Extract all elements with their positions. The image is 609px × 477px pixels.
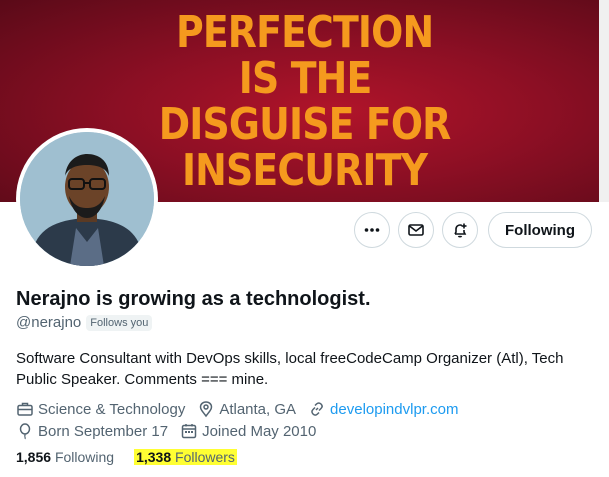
display-name: Nerajno is growing as a technologist. — [16, 288, 371, 310]
follow-counts: 1,856 Following 1,338 Followers — [16, 449, 257, 465]
avatar[interactable] — [16, 128, 158, 270]
calendar-icon — [181, 424, 197, 439]
website-link[interactable]: developindvlpr.com — [330, 401, 458, 418]
profile-meta: Science & Technology Atlanta, GA develop… — [16, 398, 470, 442]
followers-count: 1,338 — [136, 449, 172, 465]
location-label: Atlanta, GA — [219, 400, 297, 418]
message-button[interactable] — [398, 212, 435, 248]
joined-item: Joined May 2010 — [180, 422, 316, 440]
banner-edge — [599, 0, 609, 202]
category-item: Science & Technology — [16, 400, 185, 418]
briefcase-icon — [17, 402, 33, 416]
bell-plus-icon — [454, 223, 467, 238]
profile-bio: Software Consultant with DevOps skills, … — [16, 350, 564, 388]
banner-line-4: INSECURITY — [182, 145, 428, 196]
birthday-item: Born September 17 — [16, 422, 168, 440]
balloon-icon — [19, 423, 31, 440]
location-pin-icon — [200, 401, 213, 418]
website-item[interactable]: developindvlpr.com — [308, 400, 458, 418]
following-count-link[interactable]: 1,856 Following — [16, 449, 114, 465]
handle-row: @nerajno Follows you — [16, 314, 153, 331]
notify-button[interactable] — [442, 212, 479, 248]
banner-quote: PERFECTION IS THE DISGUISE FOR INSECURIT… — [140, 10, 470, 194]
following-count-label: Following — [54, 449, 115, 465]
following-button[interactable]: Following — [488, 212, 592, 248]
banner-line-1: PERFECTION — [176, 7, 434, 58]
location-item: Atlanta, GA — [197, 400, 296, 418]
more-horizontal-icon — [364, 228, 380, 232]
avatar-image — [20, 132, 154, 266]
follows-you-badge: Follows you — [86, 314, 153, 331]
joined-label: Joined May 2010 — [202, 422, 317, 440]
user-handle: @nerajno — [16, 314, 82, 331]
birthday-label: Born September 17 — [38, 422, 169, 440]
more-button[interactable] — [354, 212, 391, 248]
profile-actions: Following — [354, 212, 592, 248]
link-icon — [311, 402, 323, 416]
followers-count-link[interactable]: 1,338 Followers — [134, 449, 237, 465]
banner-line-3: DISGUISE FOR — [159, 99, 452, 150]
following-count: 1,856 — [16, 449, 52, 465]
followers-count-label: Followers — [175, 449, 235, 465]
banner-line-2: IS THE — [238, 53, 373, 104]
envelope-icon — [408, 224, 424, 236]
category-label: Science & Technology — [38, 400, 186, 418]
